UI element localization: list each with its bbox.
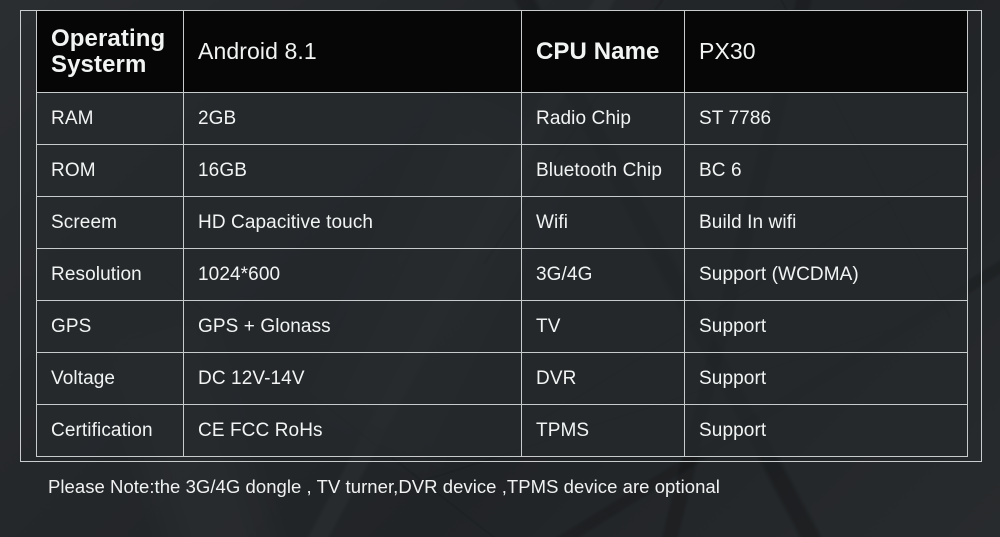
row-label-left: Certification: [36, 404, 184, 457]
row-label-left: ROM: [36, 144, 184, 197]
row-value-left: CE FCC RoHs: [183, 404, 522, 457]
table-row: RAM 2GB Radio Chip ST 7786: [36, 92, 968, 145]
os-label-line1: Operating: [51, 25, 166, 53]
table-row: ROM 16GB Bluetooth Chip BC 6: [36, 144, 968, 197]
table-row: Screem HD Capacitive touch Wifi Build In…: [36, 196, 968, 249]
row-value-left: DC 12V-14V: [183, 352, 522, 405]
os-label-line2: Systerm: [51, 50, 147, 78]
row-label-left: Screem: [36, 196, 184, 249]
row-value-left: GPS + Glonass: [183, 300, 522, 353]
row-value-right: BC 6: [684, 144, 968, 197]
table-row: GPS GPS + Glonass TV Support: [36, 300, 968, 353]
row-value-right: Support (WCDMA): [684, 248, 968, 301]
table-header-row: Operating Systerm Android 8.1 CPU Name PX…: [36, 10, 968, 93]
row-label-right: 3G/4G: [521, 248, 685, 301]
row-value-left: 16GB: [183, 144, 522, 197]
row-value-right: Support: [684, 352, 968, 405]
row-value-right: ST 7786: [684, 92, 968, 145]
footer-note: Please Note:the 3G/4G dongle , TV turner…: [48, 476, 720, 497]
row-label-right: DVR: [521, 352, 685, 405]
header-cell-cpu-label: CPU Name: [521, 10, 685, 93]
table-row: Resolution 1024*600 3G/4G Support (WCDMA…: [36, 248, 968, 301]
row-value-right: Support: [684, 404, 968, 457]
row-label-left: Resolution: [36, 248, 184, 301]
row-value-right: Build In wifi: [684, 196, 968, 249]
table-row: Certification CE FCC RoHs TPMS Support: [36, 404, 968, 457]
row-label-left: GPS: [36, 300, 184, 353]
row-label-right: Bluetooth Chip: [521, 144, 685, 197]
header-cell-cpu-value: PX30: [684, 10, 968, 93]
row-value-left: 1024*600: [183, 248, 522, 301]
header-cell-os-label: Operating Systerm: [36, 10, 184, 93]
row-label-left: Voltage: [36, 352, 184, 405]
row-label-right: TPMS: [521, 404, 685, 457]
row-value-right: Support: [684, 300, 968, 353]
row-label-left: RAM: [36, 92, 184, 145]
row-value-left: HD Capacitive touch: [183, 196, 522, 249]
table-row: Voltage DC 12V-14V DVR Support: [36, 352, 968, 405]
row-label-right: Radio Chip: [521, 92, 685, 145]
os-label-text: Operating Systerm: [51, 26, 183, 77]
spec-sheet-screen: Operating Systerm Android 8.1 CPU Name PX…: [0, 0, 1000, 537]
row-label-right: TV: [521, 300, 685, 353]
header-cell-os-value: Android 8.1: [183, 10, 522, 93]
row-value-left: 2GB: [183, 92, 522, 145]
specification-table: Operating Systerm Android 8.1 CPU Name PX…: [36, 10, 968, 457]
row-label-right: Wifi: [521, 196, 685, 249]
spec-table-body: Operating Systerm Android 8.1 CPU Name PX…: [36, 10, 968, 457]
